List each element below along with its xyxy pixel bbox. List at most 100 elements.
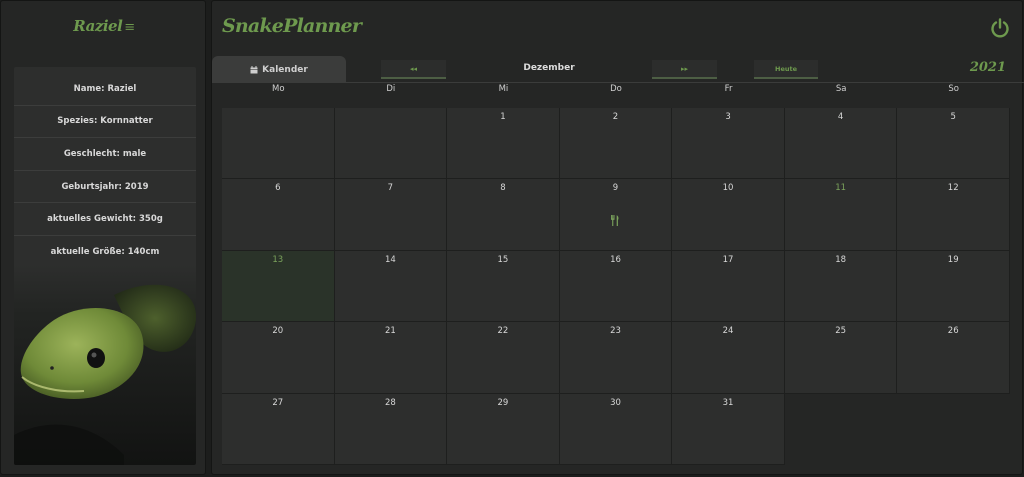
day-cell[interactable]: 3	[672, 108, 785, 180]
day-cell[interactable]: 16	[559, 250, 673, 323]
day-number: 3	[725, 112, 731, 122]
day-number: 28	[384, 397, 396, 408]
brand-name: Raziel	[73, 17, 123, 35]
profile-weight: aktuelles Gewicht: 350g	[14, 203, 196, 236]
weekday-fr: Fr	[724, 84, 733, 94]
day-number: 1	[500, 112, 506, 122]
day-cell[interactable]: 5	[897, 108, 1010, 180]
day-number: 2	[612, 112, 619, 122]
day-number: 11	[835, 183, 847, 194]
weekday-di: Di	[386, 84, 396, 94]
profile-name: Name: Raziel	[14, 73, 196, 106]
sidebar-brand[interactable]: Raziel ≡	[1, 17, 207, 35]
today-button-label: Heute	[775, 64, 797, 73]
day-cell[interactable]: 14	[334, 250, 448, 323]
weekday-header: Mo Di Mi Do Fr Sa So	[222, 84, 1010, 98]
day-cell[interactable]: 2	[559, 108, 673, 180]
day-cell[interactable]: 15	[447, 250, 560, 323]
calendar-grid: 1 2 3 4 5 6 7 8 9 10 11 12 13 14 15 16 1…	[222, 108, 1010, 465]
day-number: 13	[272, 254, 284, 265]
calendar-icon	[250, 65, 258, 73]
day-cell-empty	[334, 108, 448, 180]
day-cell[interactable]: 26	[897, 322, 1010, 394]
profile-length: aktuelle Größe: 140cm	[50, 247, 160, 258]
day-cell[interactable]: 8	[447, 179, 560, 251]
day-cell[interactable]: 20	[222, 322, 335, 394]
day-number: 29	[497, 397, 509, 408]
day-cell-today[interactable]: 13	[222, 250, 335, 323]
day-number: 20	[272, 326, 284, 337]
day-cell[interactable]: 29	[447, 393, 560, 465]
day-cell[interactable]: 6	[222, 179, 335, 251]
weekday-so: So	[948, 84, 959, 94]
day-number: 7	[387, 183, 394, 194]
day-cell[interactable]: 25	[784, 322, 898, 394]
day-number: 9	[612, 183, 619, 194]
day-cell[interactable]: 19	[897, 250, 1010, 323]
day-number: 14	[384, 254, 396, 265]
day-number: 22	[497, 326, 509, 337]
day-cell[interactable]: 22	[447, 322, 560, 394]
main-panel: SnakePlanner Kalender ◂◂ Dezember ▸▸ Heu…	[211, 0, 1024, 475]
prev-month-button[interactable]: ◂◂	[381, 60, 446, 79]
day-number: 4	[837, 112, 844, 122]
app-title: SnakePlanner	[222, 15, 362, 37]
rewind-icon: ◂◂	[409, 64, 418, 73]
weekday-mi: Mi	[498, 84, 509, 94]
sidebar: Raziel ≡ Name: Raziel Spezies: Kornnatter…	[0, 0, 206, 475]
day-cell[interactable]: 24	[672, 322, 785, 394]
fast-forward-icon: ▸▸	[680, 64, 689, 73]
day-number: 12	[947, 183, 959, 194]
today-button[interactable]: Heute	[754, 60, 818, 79]
power-icon[interactable]	[990, 18, 1010, 38]
tab-calendar[interactable]: Kalender	[212, 56, 346, 83]
day-number: 8	[500, 183, 506, 194]
day-cell-empty	[222, 108, 335, 180]
day-cell[interactable]: 30	[559, 393, 673, 465]
day-cell[interactable]: 28	[334, 393, 448, 465]
profile-species: Spezies: Kornnatter	[14, 106, 196, 139]
day-cell-empty	[897, 393, 1010, 465]
day-cell[interactable]: 12	[897, 179, 1010, 251]
next-month-button[interactable]: ▸▸	[652, 60, 717, 79]
profile-birth-year: Geburtsjahr: 2019	[14, 171, 196, 204]
day-number: 6	[275, 183, 281, 194]
weekday-mo: Mo	[272, 84, 285, 94]
profile-sex: Geschlecht: male	[14, 138, 196, 171]
day-number: 26	[947, 326, 959, 337]
menu-icon[interactable]: ≡	[124, 20, 135, 35]
day-cell[interactable]: 23	[559, 322, 673, 394]
day-cell[interactable]: 17	[672, 250, 785, 323]
feeding-icon[interactable]	[611, 215, 620, 227]
day-number: 15	[497, 254, 509, 265]
weekday-sa: Sa	[835, 84, 847, 94]
day-number: 16	[610, 254, 621, 265]
day-cell[interactable]: 1	[447, 108, 560, 180]
current-year: 2021	[969, 60, 1006, 75]
day-cell-empty	[784, 393, 898, 465]
day-number: 19	[947, 254, 959, 265]
day-cell[interactable]: 4	[784, 108, 898, 180]
day-number: 5	[950, 112, 956, 122]
snake-photo	[14, 265, 196, 465]
day-number: 25	[835, 326, 847, 337]
day-number: 23	[610, 326, 621, 337]
day-cell[interactable]: 10	[672, 179, 785, 251]
day-number: 18	[835, 254, 847, 265]
day-cell[interactable]: 9	[559, 179, 673, 251]
day-number: 10	[722, 183, 734, 194]
tab-calendar-label: Kalender	[262, 64, 308, 75]
day-cell[interactable]: 21	[334, 322, 448, 394]
day-number: 31	[722, 397, 734, 408]
day-number: 21	[384, 326, 396, 337]
day-cell[interactable]: 18	[784, 250, 898, 323]
day-number: 30	[610, 397, 621, 408]
current-month: Dezember	[523, 63, 575, 73]
day-number: 17	[722, 254, 734, 265]
day-cell[interactable]: 31	[672, 393, 785, 465]
day-number: 24	[722, 326, 734, 337]
day-cell[interactable]: 7	[334, 179, 448, 251]
day-cell[interactable]: 27	[222, 393, 335, 465]
snake-profile-card: Name: Raziel Spezies: Kornnatter Geschle…	[14, 67, 196, 465]
day-cell[interactable]: 11	[784, 179, 898, 251]
